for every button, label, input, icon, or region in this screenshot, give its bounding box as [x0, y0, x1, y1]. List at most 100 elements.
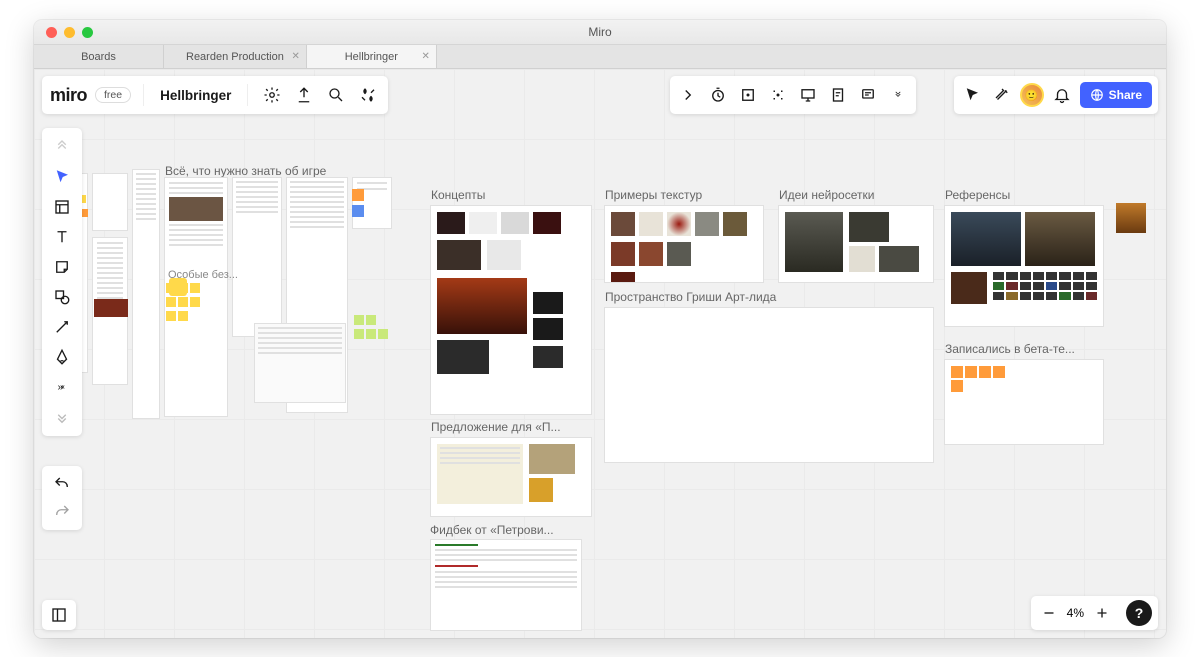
- collapse-tools-icon[interactable]: [46, 402, 78, 432]
- texture-thumb[interactable]: [639, 212, 663, 236]
- sticky-note[interactable]: [951, 380, 963, 392]
- image-thumb[interactable]: [94, 299, 128, 317]
- sticky-note[interactable]: [352, 189, 364, 201]
- window-zoom-button[interactable]: [82, 27, 93, 38]
- connector-tool[interactable]: [46, 312, 78, 342]
- sticky-cluster[interactable]: [166, 283, 250, 393]
- tab-rearden[interactable]: Rearden Production ✕: [164, 45, 307, 68]
- help-button[interactable]: ?: [1126, 600, 1152, 626]
- template-tool[interactable]: [46, 192, 78, 222]
- board-canvas[interactable]: Всё, что нужно знать об игре Особые без.…: [34, 69, 1166, 638]
- image-thumb[interactable]: [437, 278, 527, 334]
- image-thumb[interactable]: [849, 246, 875, 272]
- expand-up-icon[interactable]: [46, 132, 78, 162]
- timer-icon[interactable]: [706, 83, 730, 107]
- reactions-icon[interactable]: [990, 83, 1014, 107]
- window-minimize-button[interactable]: [64, 27, 75, 38]
- settings-icon[interactable]: [260, 83, 284, 107]
- image-thumb[interactable]: [437, 240, 481, 270]
- miro-logo[interactable]: miro: [50, 85, 87, 106]
- image-thumb[interactable]: [529, 444, 575, 474]
- frame-feedback[interactable]: [430, 539, 582, 631]
- doc-thumb[interactable]: [437, 444, 523, 504]
- pen-tool[interactable]: [46, 342, 78, 372]
- sticky-note[interactable]: [993, 366, 1005, 378]
- attention-icon[interactable]: [766, 83, 790, 107]
- texture-thumb[interactable]: [611, 272, 635, 282]
- doc-thumb[interactable]: [352, 177, 392, 229]
- texture-thumb[interactable]: [611, 242, 635, 266]
- image-thumb[interactable]: [487, 240, 521, 270]
- notifications-icon[interactable]: [1050, 83, 1074, 107]
- frame-concepts[interactable]: Концепты: [430, 205, 592, 415]
- image-thumb[interactable]: [951, 272, 987, 304]
- select-tool[interactable]: [46, 162, 78, 192]
- zoom-out-button[interactable]: [1037, 601, 1061, 625]
- more-tools-icon[interactable]: »: [46, 372, 78, 402]
- sticky-tool[interactable]: [46, 252, 78, 282]
- texture-thumb[interactable]: [695, 212, 719, 236]
- comments-icon[interactable]: [856, 83, 880, 107]
- image-thumb[interactable]: [469, 212, 497, 234]
- image-thumb[interactable]: [533, 292, 563, 314]
- frame-textures[interactable]: Примеры текстур: [604, 205, 764, 283]
- frame-refs[interactable]: Референсы: [944, 205, 1104, 327]
- sticky-note[interactable]: [951, 366, 963, 378]
- text-tool[interactable]: [46, 222, 78, 252]
- present-icon[interactable]: [796, 83, 820, 107]
- search-icon[interactable]: [324, 83, 348, 107]
- icon-grid[interactable]: [993, 272, 1097, 320]
- cursor-toggle-icon[interactable]: [960, 83, 984, 107]
- sticky-note[interactable]: [979, 366, 991, 378]
- image-thumb[interactable]: [501, 212, 529, 234]
- hide-frames-icon[interactable]: [736, 83, 760, 107]
- table-thumb[interactable]: [254, 323, 346, 403]
- image-thumb[interactable]: [437, 340, 489, 374]
- share-button[interactable]: Share: [1080, 82, 1152, 108]
- frame-neural[interactable]: Идеи нейросетки: [778, 205, 934, 283]
- tab-hellbringer[interactable]: Hellbringer ✕: [307, 45, 437, 68]
- collapse-icon[interactable]: [676, 83, 700, 107]
- undo-button[interactable]: [50, 472, 74, 496]
- zoom-level[interactable]: 4%: [1067, 606, 1084, 620]
- image-thumb[interactable]: [533, 212, 561, 234]
- sticky-note[interactable]: [965, 366, 977, 378]
- doc-thumb[interactable]: [132, 169, 160, 419]
- sticky-note[interactable]: [352, 205, 364, 217]
- image-thumb[interactable]: [849, 212, 889, 242]
- close-icon[interactable]: ✕: [291, 51, 299, 62]
- frame-beta[interactable]: Записались в бета-те...: [944, 359, 1104, 445]
- image-thumb[interactable]: [879, 246, 919, 272]
- tab-boards[interactable]: Boards: [34, 45, 164, 68]
- texture-thumb[interactable]: [611, 212, 635, 236]
- collaborator-avatar[interactable]: 🙂: [1020, 83, 1044, 107]
- image-thumb[interactable]: [951, 212, 1021, 266]
- image-thumb[interactable]: [785, 212, 843, 272]
- zoom-in-button[interactable]: [1090, 601, 1114, 625]
- texture-thumb[interactable]: [639, 242, 663, 266]
- window-close-button[interactable]: [46, 27, 57, 38]
- texture-thumb[interactable]: [667, 242, 691, 266]
- redo-button[interactable]: [50, 500, 74, 524]
- frame-artlead[interactable]: Пространство Гриши Арт-лида: [604, 307, 934, 463]
- texture-thumb[interactable]: [667, 212, 691, 236]
- image-thumb[interactable]: [437, 212, 465, 234]
- image-thumb[interactable]: [533, 318, 563, 340]
- note-icon[interactable]: [826, 83, 850, 107]
- more-icon[interactable]: [886, 83, 910, 107]
- shape-tool[interactable]: [46, 282, 78, 312]
- image-thumb[interactable]: [1116, 203, 1146, 233]
- apps-icon[interactable]: [356, 83, 380, 107]
- frame-proposal[interactable]: Предложение для «П...: [430, 437, 592, 517]
- image-thumb[interactable]: [533, 346, 563, 368]
- minimap-toggle[interactable]: [42, 600, 76, 630]
- image-thumb[interactable]: [1025, 212, 1095, 266]
- doc-thumb[interactable]: [92, 173, 128, 231]
- close-icon[interactable]: ✕: [421, 51, 429, 62]
- plan-badge[interactable]: free: [95, 87, 131, 103]
- board-name[interactable]: Hellbringer: [160, 88, 231, 103]
- image-thumb[interactable]: [529, 478, 553, 502]
- sticky-cluster[interactable]: [354, 315, 404, 405]
- export-icon[interactable]: [292, 83, 316, 107]
- texture-thumb[interactable]: [723, 212, 747, 236]
